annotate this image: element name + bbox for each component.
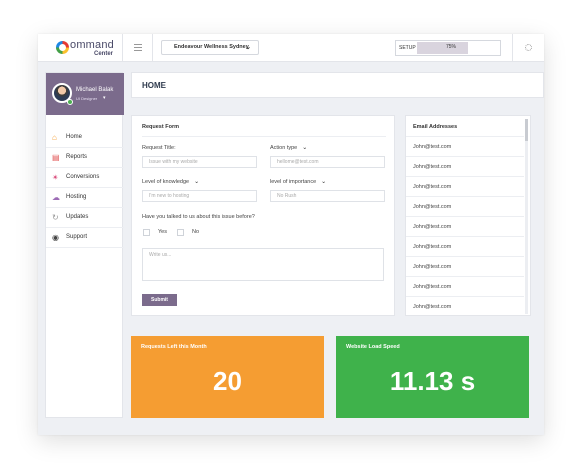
chevron-down-icon: ⌄ — [194, 179, 200, 185]
load-speed-label: Website Load Speed — [346, 344, 400, 350]
list-item[interactable]: John@test.com — [406, 256, 524, 276]
sidebar-item-hosting[interactable]: ☁ Hosting — [46, 188, 124, 208]
divider — [142, 136, 386, 137]
conversions-icon: ✴ — [52, 173, 59, 182]
knowledge-label-text: Level of knowledge — [142, 179, 190, 185]
email-addresses-title: Email Addresses — [413, 124, 458, 130]
request-title-input[interactable]: Issue with my website — [142, 156, 257, 168]
logo-subtext: Center — [94, 51, 114, 57]
divider — [122, 34, 123, 62]
page-header: HOME — [131, 72, 544, 98]
chevron-down-icon: ⌄ — [245, 44, 251, 51]
logo[interactable]: ommand Center — [56, 39, 126, 59]
sidebar-item-label: Updates — [66, 214, 89, 220]
page-title: HOME — [142, 81, 166, 90]
no-checkbox[interactable] — [177, 229, 184, 236]
sidebar-item-conversions[interactable]: ✴ Conversions — [46, 168, 124, 188]
sidebar-item-support[interactable]: ◉ Support — [46, 228, 124, 248]
divider — [512, 34, 513, 62]
message-textarea[interactable]: Write us... — [142, 248, 384, 281]
scrollbar[interactable] — [525, 119, 528, 314]
no-label: No — [192, 229, 200, 235]
request-form: Request Form Request Title: Issue with m… — [131, 115, 395, 316]
importance-label-text: level of importance — [270, 179, 317, 185]
action-type-label-text: Action type — [270, 145, 298, 151]
divider — [152, 34, 153, 62]
site-selector[interactable]: Endeavour Wellness Sydney ⌄ — [161, 40, 259, 55]
hamburger-menu-icon[interactable] — [134, 44, 142, 51]
setup-progress: SETUP 75% — [395, 40, 501, 56]
email-list: John@test.com John@test.com John@test.co… — [406, 136, 524, 316]
sidebar-item-reports[interactable]: ▤ Reports — [46, 148, 124, 168]
logo-text: ommand — [70, 39, 114, 51]
home-icon: ⌂ — [52, 133, 57, 142]
setup-label: SETUP — [399, 45, 416, 51]
sidebar-item-label: Hosting — [66, 194, 87, 200]
sidebar-item-label: Home — [66, 134, 83, 140]
sidebar-item-home[interactable]: ⌂ Home — [46, 128, 124, 148]
report-icon: ▤ — [52, 153, 60, 162]
app-window: ommand Center Endeavour Wellness Sydney … — [38, 34, 544, 435]
sidebar: Michael Balak UI Designer ▾ ⌂ Home ▤ Rep… — [45, 72, 124, 418]
logo-ring-icon — [56, 41, 69, 54]
request-form-title: Request Form — [142, 124, 179, 130]
list-item[interactable]: John@test.com — [406, 216, 524, 236]
importance-input[interactable]: No Rush — [270, 190, 385, 202]
chevron-down-icon: ⌄ — [321, 179, 327, 185]
profile-card[interactable]: Michael Balak UI Designer ▾ — [46, 73, 124, 115]
yes-checkbox[interactable] — [143, 229, 150, 236]
knowledge-input[interactable]: I'm new to hosting — [142, 190, 257, 202]
load-speed-value: 11.13 s — [389, 366, 476, 396]
submit-button[interactable]: Submit — [142, 294, 177, 306]
action-type-input[interactable]: hellome@test.com — [270, 156, 385, 168]
gear-icon[interactable] — [525, 44, 532, 51]
requests-left-label: Requests Left this Month — [141, 344, 207, 350]
sidebar-item-label: Support — [66, 234, 88, 240]
sidebar-item-label: Conversions — [66, 174, 100, 180]
list-item[interactable]: John@test.com — [406, 296, 524, 316]
cloud-icon: ☁ — [52, 193, 60, 202]
request-title-label: Request Title: — [142, 145, 176, 151]
list-item[interactable]: John@test.com — [406, 136, 524, 156]
sidebar-item-updates[interactable]: ↻ Updates — [46, 208, 124, 228]
importance-label[interactable]: level of importance ⌄ — [270, 178, 326, 185]
list-item[interactable]: John@test.com — [406, 236, 524, 256]
sidebar-nav: ⌂ Home ▤ Reports ✴ Conversions ☁ Hosting… — [46, 128, 124, 248]
yes-label: Yes — [158, 229, 167, 235]
action-type-label[interactable]: Action type ⌄ — [270, 144, 307, 151]
online-status-icon — [67, 99, 73, 105]
prior-contact-question: Have you talked to us about this issue b… — [142, 214, 255, 220]
list-item[interactable]: John@test.com — [406, 276, 524, 296]
load-speed-card: Website Load Speed 11.13 s — [336, 336, 529, 418]
top-bar: ommand Center Endeavour Wellness Sydney … — [38, 34, 544, 62]
list-item[interactable]: John@test.com — [406, 176, 524, 196]
knowledge-label[interactable]: Level of knowledge ⌄ — [142, 178, 199, 185]
requests-left-card: Requests Left this Month 20 — [131, 336, 324, 418]
email-addresses-panel: Email Addresses John@test.com John@test.… — [405, 115, 531, 316]
refresh-icon: ↻ — [52, 213, 59, 222]
scrollbar-thumb[interactable] — [525, 119, 528, 141]
list-item[interactable]: John@test.com — [406, 196, 524, 216]
setup-percent: 75% — [445, 44, 456, 50]
list-item[interactable]: John@test.com — [406, 156, 524, 176]
profile-role: UI Designer — [76, 96, 98, 101]
requests-left-value: 20 — [213, 366, 242, 396]
sidebar-item-label: Reports — [66, 154, 88, 160]
site-selector-value: Endeavour Wellness Sydney — [174, 44, 249, 50]
chevron-down-icon: ⌄ — [302, 145, 308, 151]
support-icon: ◉ — [52, 233, 59, 242]
chevron-down-icon[interactable]: ▾ — [103, 95, 106, 101]
profile-name: Michael Balak — [76, 87, 114, 93]
